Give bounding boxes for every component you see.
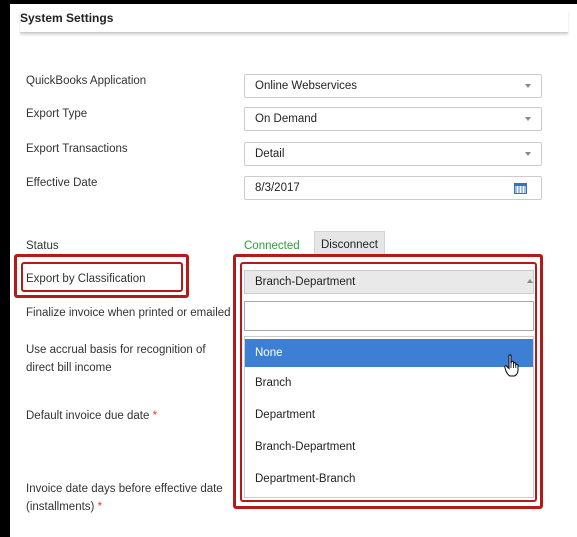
invoice-date-days-text: (installments) — [26, 501, 95, 513]
qb-app-label: QuickBooks Application — [26, 75, 147, 87]
invoice-date-days-label-line2: (installments) * — [26, 498, 102, 516]
accrual-basis-label-line2: direct bill income — [26, 362, 112, 374]
caret-up-icon — [527, 279, 533, 283]
caret-down-icon — [525, 84, 531, 88]
export-transactions-select[interactable]: Detail — [244, 142, 542, 166]
caret-down-icon — [525, 152, 531, 156]
effective-date-value: 8/3/2017 — [255, 182, 300, 194]
finalize-invoice-label: Finalize invoice when printed or emailed — [26, 307, 231, 319]
effective-date-input[interactable]: 8/3/2017 — [244, 176, 542, 200]
export-transactions-value: Detail — [255, 148, 285, 160]
dropdown-option-none[interactable]: None — [245, 339, 533, 367]
export-by-classification-select[interactable]: Branch-Department — [244, 270, 534, 294]
dropdown-option-department[interactable]: Department — [245, 401, 533, 429]
qb-app-select[interactable]: Online Webservices — [244, 74, 542, 98]
calendar-icon[interactable] — [514, 183, 527, 194]
caret-down-icon — [525, 117, 531, 121]
export-by-classification-value: Branch-Department — [255, 276, 356, 288]
status-connected-text: Connected — [244, 240, 300, 252]
dropdown-option-branch[interactable]: Branch — [245, 369, 533, 397]
export-type-label: Export Type — [26, 108, 88, 120]
export-by-classification-label: Export by Classification — [26, 273, 146, 285]
effective-date-label: Effective Date — [26, 177, 98, 189]
export-type-value: On Demand — [255, 113, 318, 125]
accrual-basis-label-line1: Use accrual basis for recognition of — [26, 344, 206, 356]
export-transactions-label: Export Transactions — [26, 143, 128, 155]
default-due-date-text: Default invoice due date — [26, 410, 150, 422]
invoice-date-days-label-line1: Invoice date days before effective date — [26, 483, 223, 495]
export-type-select[interactable]: On Demand — [244, 107, 542, 131]
system-settings-panel: System Settings QuickBooks Application O… — [10, 4, 577, 537]
dropdown-search-input[interactable] — [244, 301, 534, 331]
qb-app-value: Online Webservices — [255, 80, 358, 92]
required-mark: * — [97, 501, 103, 513]
default-due-date-label: Default invoice due date * — [26, 407, 157, 425]
dropdown-option-branch-department[interactable]: Branch-Department — [245, 433, 533, 461]
dropdown-option-department-branch[interactable]: Department-Branch — [245, 465, 533, 493]
hand-pointer-icon — [504, 354, 519, 377]
required-mark: * — [152, 410, 158, 422]
dropdown-options-list: None Branch Department Branch-Department… — [244, 336, 534, 498]
panel-title: System Settings — [20, 10, 568, 33]
status-label: Status — [26, 240, 59, 252]
